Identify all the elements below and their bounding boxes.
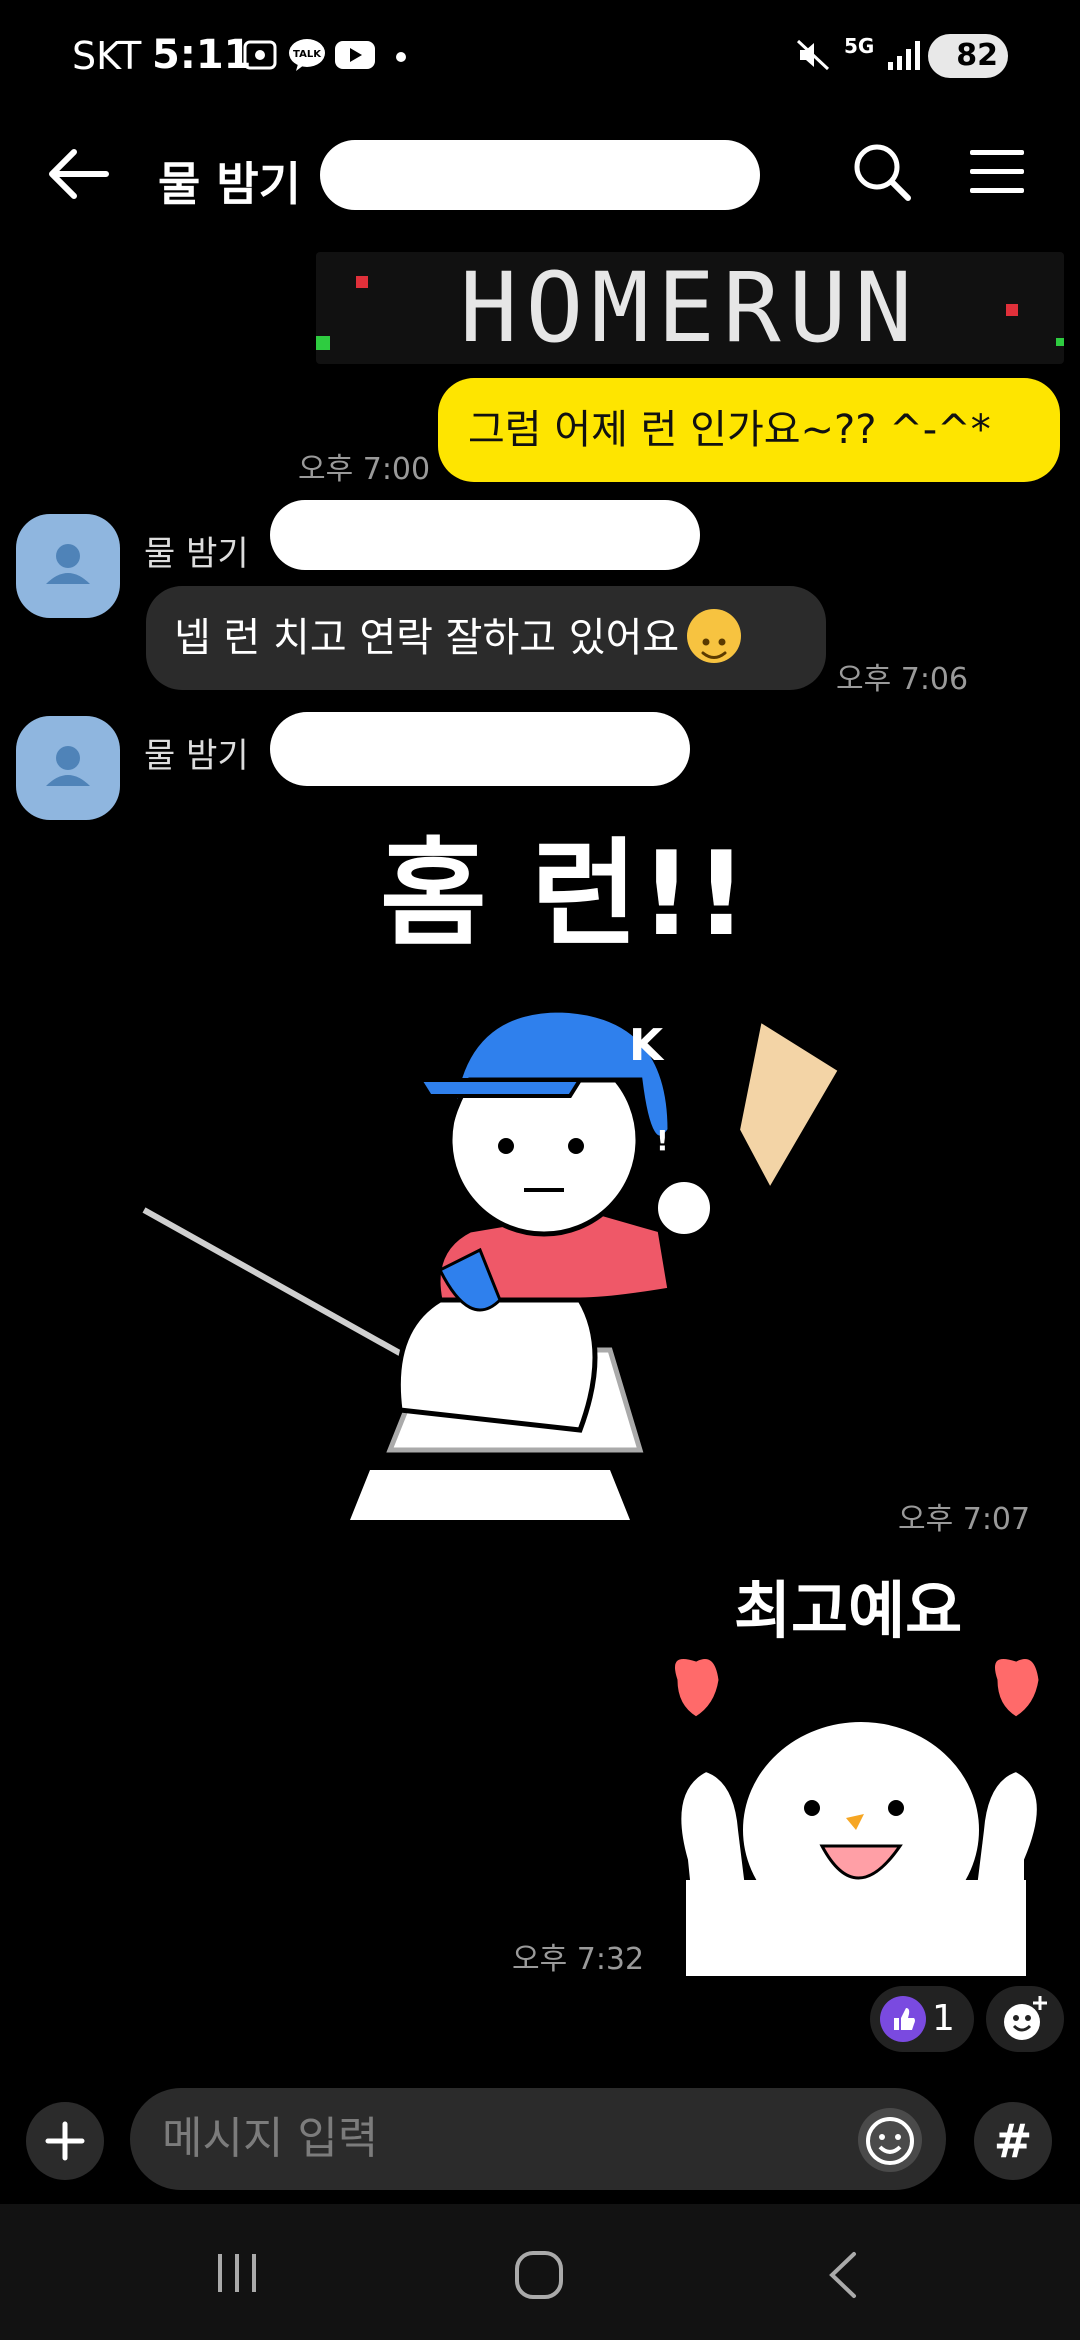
status-bar: SKT 5:11 TALK 5G 82 xyxy=(0,0,1080,118)
carrier-label: SKT xyxy=(72,34,142,78)
signal-icon xyxy=(888,41,920,70)
baseball-player-illustration: ! xyxy=(142,1007,843,1520)
mute-icon xyxy=(796,39,830,71)
home-icon[interactable] xyxy=(512,2248,566,2302)
attach-button[interactable] xyxy=(26,2102,104,2180)
outgoing-message-bubble[interactable]: 그럼 어제 런 인가요~?? ^-^* xyxy=(438,378,1060,482)
cheering-character-illustration xyxy=(672,1656,1042,1976)
redaction-mark xyxy=(320,140,760,210)
system-navigation-bar xyxy=(0,2204,1080,2340)
avatar[interactable] xyxy=(16,716,120,820)
sticker-caption: 최고예요 xyxy=(734,1574,963,1647)
person-icon xyxy=(46,746,90,786)
message-input-placeholder: 메시지 입력 xyxy=(162,2113,379,2164)
message-time: 오후 7:00 xyxy=(298,452,431,487)
emoji-button[interactable] xyxy=(858,2108,922,2172)
homerun-banner-text: HOMERUN xyxy=(459,252,921,364)
talk-badge-text: TALK xyxy=(293,49,322,60)
reaction-count: 1 xyxy=(932,1998,955,2039)
message-input[interactable]: 메시지 입력 xyxy=(130,2088,946,2190)
network-type: 5G xyxy=(844,34,875,58)
message-input-bar: 메시지 입력 # xyxy=(0,2076,1080,2204)
reaction-chip[interactable]: 1 xyxy=(870,1986,974,2052)
led-dot xyxy=(1006,304,1018,316)
battery-level: 82 xyxy=(956,38,998,73)
chat-header: 물 밤기 xyxy=(0,118,1080,228)
homerun-banner-sticker[interactable]: HOMERUN xyxy=(316,252,1064,364)
smiley-emoji-icon xyxy=(687,609,742,663)
redaction-mark xyxy=(270,500,700,570)
kakaotalk-notification-icon: TALK xyxy=(289,39,325,71)
helmet-letter: K xyxy=(629,1020,664,1071)
screenshot-icon xyxy=(243,40,277,70)
add-reaction-icon xyxy=(1004,1996,1047,2040)
sender-name: 물 밤기 xyxy=(144,736,249,776)
emoji-icon xyxy=(866,2117,914,2165)
led-dot xyxy=(1056,338,1064,346)
sender-name: 물 밤기 xyxy=(144,534,249,574)
chat-title: 물 밤기 xyxy=(158,157,301,211)
message-time: 오후 7:07 xyxy=(898,1502,1031,1537)
incoming-message-bubble[interactable]: 넵 런 치고 연락 잘하고 있어요 xyxy=(146,586,826,690)
hash-button[interactable]: # xyxy=(974,2102,1052,2180)
best-sticker[interactable]: 최고예요 xyxy=(656,1560,1064,1976)
add-reaction-button[interactable] xyxy=(986,1986,1064,2052)
plus-icon xyxy=(45,2121,85,2161)
avatar[interactable] xyxy=(16,514,120,618)
recent-apps-icon[interactable] xyxy=(212,2250,262,2296)
search-icon[interactable] xyxy=(850,140,914,204)
led-dot xyxy=(316,336,330,350)
back-arrow-icon[interactable] xyxy=(44,144,114,204)
hamburger-menu-icon[interactable] xyxy=(966,144,1028,200)
back-nav-icon[interactable] xyxy=(820,2248,866,2302)
clock: 5:11 xyxy=(152,32,252,78)
person-icon xyxy=(46,544,90,584)
thumbs-up-icon xyxy=(880,1996,926,2042)
message-text: 넵 런 치고 연락 잘하고 있어요 xyxy=(174,615,680,661)
sticker-caption: 홈 런!! xyxy=(380,827,750,962)
led-dot xyxy=(356,276,368,288)
message-time: 오후 7:32 xyxy=(512,1942,645,1977)
redaction-mark xyxy=(270,712,690,786)
youtube-icon xyxy=(335,41,375,69)
homerun-baseball-sticker[interactable]: 홈 런!! ! K xyxy=(140,790,880,1530)
notification-dot-icon xyxy=(396,52,406,62)
message-time: 오후 7:06 xyxy=(836,662,969,697)
battery-indicator: 82 xyxy=(928,34,1008,78)
svg-text:!: ! xyxy=(656,1124,669,1157)
